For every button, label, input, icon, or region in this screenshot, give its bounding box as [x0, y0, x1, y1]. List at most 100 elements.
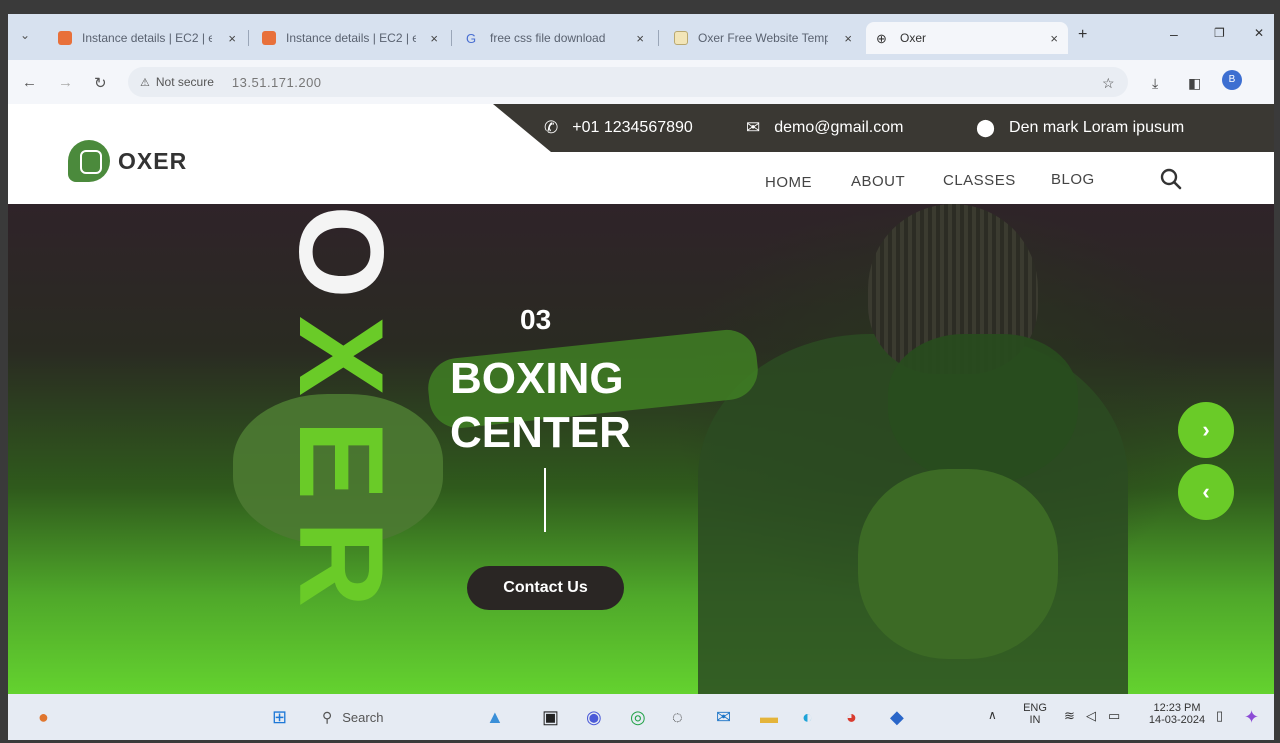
tab-strip: ⌄ Instance details | EC2 | eu × Instance… — [8, 14, 1274, 60]
new-tab-button[interactable]: + — [1078, 26, 1087, 44]
file-explorer-icon[interactable]: ▬ — [760, 707, 778, 728]
site-header: OXER ✆ +01 1234567890 ✉ demo@gmail.com ⬤… — [8, 104, 1274, 204]
security-status[interactable]: Not secure — [156, 75, 214, 89]
weather-widget-icon[interactable]: ● — [38, 707, 49, 728]
wifi-icon[interactable]: ≋ — [1064, 708, 1075, 724]
nav-blog[interactable]: BLOG — [1051, 171, 1095, 188]
tab-close-icon[interactable]: × — [228, 31, 236, 46]
reload-icon[interactable]: ↻ — [94, 74, 107, 92]
tab-close-icon[interactable]: × — [844, 31, 852, 46]
tab-title: Oxer — [900, 31, 927, 45]
url-text[interactable]: 13.51.171.200 — [232, 75, 322, 90]
whatsapp-icon[interactable]: ◎ — [630, 707, 646, 728]
globe-favicon-icon: ⊕ — [876, 31, 887, 46]
clock[interactable]: 12:23 PM 14-03-2024 — [1142, 702, 1212, 726]
profile-avatar[interactable]: B — [1222, 70, 1242, 90]
tab-search-chevron-icon[interactable]: ⌄ — [20, 28, 30, 42]
location-info[interactable]: ⬤ Den mark Loram ipusum — [976, 118, 1184, 138]
prev-slide-button[interactable]: ‹ — [1178, 464, 1234, 520]
search-placeholder: Search — [342, 709, 384, 725]
bookmark-star-icon[interactable]: ☆ — [1102, 75, 1115, 92]
phone-info[interactable]: ✆ +01 1234567890 — [544, 118, 693, 138]
battery-icon[interactable]: ▭ — [1108, 708, 1120, 724]
tab-title: Instance details | EC2 | eu — [82, 31, 212, 45]
download-icon[interactable]: ⤓ — [1152, 75, 1158, 92]
aws-favicon-icon — [58, 31, 72, 45]
dell-icon[interactable]: ◌ — [672, 707, 683, 728]
tab-title: Oxer Free Website Template — [698, 31, 828, 45]
tab-oxer-template[interactable]: Oxer Free Website Template × — [664, 22, 862, 54]
next-slide-button[interactable]: › — [1178, 402, 1234, 458]
restore-button[interactable]: ❐ — [1214, 26, 1225, 40]
side-panel-icon[interactable]: ◧ — [1188, 75, 1201, 92]
tab-divider — [248, 30, 249, 46]
headline-line-1: BOXING — [450, 354, 624, 403]
logo-text: OXER — [118, 147, 188, 174]
aws-favicon-icon — [262, 31, 276, 45]
region-code: IN — [1029, 714, 1041, 726]
boxing-glove-logo-icon — [68, 140, 110, 182]
tab-title: Instance details | EC2 | eu — [286, 31, 416, 45]
language-indicator[interactable]: ENG IN — [1020, 702, 1050, 726]
hero-divider — [544, 468, 546, 532]
tab-divider — [658, 30, 659, 46]
tab-divider — [451, 30, 452, 46]
nav-about[interactable]: ABOUT — [851, 173, 905, 190]
app-icon[interactable]: ◆ — [890, 707, 904, 728]
volume-icon[interactable]: ◁ — [1086, 708, 1096, 724]
task-view-icon[interactable]: ▣ — [542, 707, 559, 728]
vertical-brand-word: OXER — [274, 192, 408, 632]
back-arrow-icon[interactable]: ← — [22, 74, 37, 91]
hero-slider: OXER 03 BOXING CENTER Contact Us › ‹ — [8, 204, 1274, 694]
site-logo[interactable]: OXER — [68, 140, 187, 182]
screen: ⌄ Instance details | EC2 | eu × Instance… — [8, 14, 1274, 740]
nav-home[interactable]: HOME — [765, 174, 812, 191]
browser-toolbar: ← → ↻ ⚠ Not secure 13.51.171.200 ☆ ⤓ ◧ B — [8, 60, 1274, 104]
taskbar-search[interactable]: ⚲ Search — [308, 704, 468, 730]
contact-us-button[interactable]: Contact Us — [467, 566, 624, 610]
widgets-icon[interactable]: ▲ — [486, 707, 504, 728]
map-pin-icon: ⬤ — [976, 118, 996, 137]
vertical-word-letter: R — [274, 520, 408, 608]
tab-oxer[interactable]: ⊕ Oxer × — [866, 22, 1068, 54]
slide-number: 03 — [520, 304, 552, 335]
tab-title: free css file download — [490, 31, 606, 45]
search-icon[interactable] — [1158, 166, 1184, 192]
location-text: Den mark Loram ipusum — [1009, 119, 1185, 136]
search-icon: ⚲ — [322, 708, 333, 725]
copilot-icon[interactable]: ✦ — [1244, 707, 1259, 728]
mail-icon[interactable]: ✉ — [716, 707, 731, 728]
tab-instance-details-1[interactable]: Instance details | EC2 | eu × — [48, 22, 246, 54]
address-bar[interactable]: ⚠ Not secure 13.51.171.200 — [128, 67, 1128, 97]
phone-text: +01 1234567890 — [572, 119, 693, 136]
tab-close-icon[interactable]: × — [1050, 31, 1058, 46]
windows-start-icon[interactable]: ⊞ — [272, 707, 287, 728]
notification-icon[interactable]: ▯ — [1216, 708, 1223, 724]
website-viewport: OXER ✆ +01 1234567890 ✉ demo@gmail.com ⬤… — [8, 104, 1274, 694]
envelope-icon: ✉ — [746, 118, 761, 137]
close-window-button[interactable]: ✕ — [1254, 26, 1264, 40]
edge-icon[interactable]: ◐ — [802, 707, 813, 728]
boxer-face-image — [888, 334, 1078, 484]
boxer-glove-image — [858, 469, 1058, 659]
phone-icon: ✆ — [544, 118, 559, 137]
warning-icon[interactable]: ⚠ — [140, 76, 150, 89]
language-code: ENG — [1023, 702, 1047, 714]
nav-classes[interactable]: CLASSES — [943, 172, 1016, 189]
windows-taskbar: ● ⊞ ⚲ Search ▲ ▣ ◉ ◎ ◌ ✉ ▬ ◐ ◕ ◆ ∧ ENG I… — [8, 694, 1274, 740]
hero-headline: BOXING CENTER — [450, 352, 631, 460]
tab-free-css[interactable]: G free css file download × — [456, 22, 654, 54]
minimize-button[interactable]: – — [1170, 26, 1178, 42]
clock-date: 14-03-2024 — [1148, 714, 1206, 726]
tab-instance-details-2[interactable]: Instance details | EC2 | eu × — [252, 22, 448, 54]
tab-close-icon[interactable]: × — [636, 31, 644, 46]
google-favicon-icon: G — [466, 31, 477, 46]
teams-icon[interactable]: ◉ — [586, 707, 602, 728]
email-text: demo@gmail.com — [774, 119, 904, 136]
chrome-icon[interactable]: ◕ — [846, 707, 857, 728]
forward-arrow-icon[interactable]: → — [58, 74, 73, 91]
email-info[interactable]: ✉ demo@gmail.com — [746, 118, 903, 138]
tray-chevron-icon[interactable]: ∧ — [988, 708, 997, 722]
tab-close-icon[interactable]: × — [430, 31, 438, 46]
folder-favicon-icon — [674, 31, 688, 45]
